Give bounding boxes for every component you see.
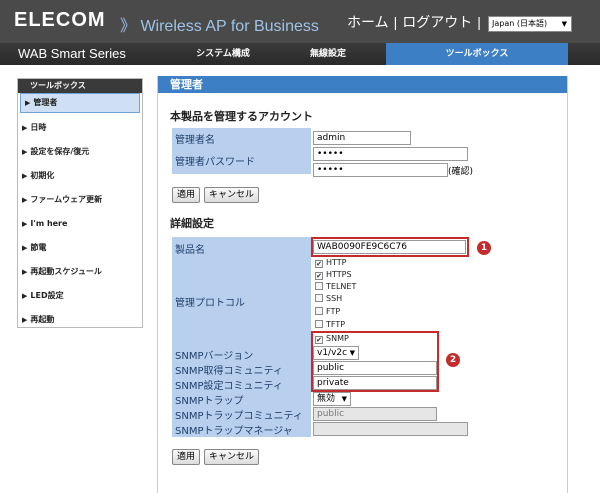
admin-password-input[interactable]: •••••	[313, 147, 468, 161]
snmp-get-community-label: SNMP取得コミュニティ	[175, 366, 283, 377]
snmp-trap-value: 無効	[317, 394, 336, 404]
triangle-right-icon: ▶	[22, 196, 28, 204]
checkbox-box	[315, 294, 323, 302]
sidebar-item-label: I'm here	[30, 219, 68, 228]
checkbox-label: TELNET	[326, 282, 357, 291]
sidebar-item-reboot[interactable]: ▶ 再起動	[18, 309, 142, 333]
sidebar-item-power-saving[interactable]: ▶ 節電	[18, 237, 142, 261]
page-title: 管理者	[158, 76, 567, 93]
protocol-http-checkbox[interactable]: ✔ HTTP	[315, 257, 346, 269]
snmp-trap-select[interactable]: 無効 ▼	[313, 392, 351, 406]
content-panel: 管理者 本製品を管理するアカウント 管理者名 管理者パスワード admin ••…	[157, 76, 568, 493]
link-separator: |	[477, 14, 481, 30]
checkbox-box	[315, 282, 323, 290]
sidebar-title: ツールボックス	[18, 79, 142, 93]
snmp-trap-community-input[interactable]: public	[313, 407, 437, 421]
detail-cancel-button[interactable]: キャンセル	[204, 449, 260, 465]
sidebar: ツールボックス ▶ 管理者 ▶ 日時 ▶ 設定を保存/復元 ▶ 初期化 ▶ ファームウェア…	[17, 78, 143, 328]
sidebar-item-datetime[interactable]: ▶ 日時	[18, 117, 142, 141]
sidebar-item-led[interactable]: ▶ LED設定	[18, 285, 142, 309]
sidebar-item-label: LED設定	[30, 291, 64, 300]
checkbox-box	[315, 320, 323, 328]
sidebar-item-label: ファームウェア更新	[30, 195, 103, 204]
triangle-right-icon: ▶	[22, 316, 28, 324]
triangle-right-icon: ▶	[22, 244, 28, 252]
snmp-trap-manager-label: SNMPトラップマネージャ	[175, 426, 293, 437]
sidebar-item-firmware[interactable]: ▶ ファームウェア更新	[18, 189, 142, 213]
chevron-down-icon: ▼	[341, 395, 347, 403]
sidebar-item-label: 再起動スケジュール	[30, 267, 102, 276]
snmp-version-label: SNMPバージョン	[175, 351, 254, 362]
triangle-right-icon: ▶	[22, 124, 28, 132]
brand-logo: ELECOM	[14, 9, 106, 31]
sidebar-item-label: 節電	[30, 243, 47, 252]
triangle-right-icon: ▶	[22, 220, 28, 228]
snmp-trap-community-label: SNMPトラップコミュニティ	[175, 411, 303, 422]
snmp-set-community-label: SNMP設定コミュニティ	[175, 381, 283, 392]
top-header: ELECOM 》 Wireless AP for Business ホーム | ログ…	[0, 0, 600, 43]
sidebar-item-reboot-schedule[interactable]: ▶ 再起動スケジュール	[18, 261, 142, 285]
language-value: Japan (日本語)	[492, 19, 548, 28]
snmp-trap-label: SNMPトラップ	[175, 396, 244, 407]
protocol-ssh-checkbox[interactable]: SSH	[315, 293, 342, 305]
series-name: WAB Smart Series	[18, 46, 126, 61]
admin-name-input[interactable]: admin	[313, 131, 411, 145]
link-separator: |	[393, 14, 398, 30]
account-apply-button[interactable]: 適用	[172, 187, 201, 203]
sidebar-item-admin[interactable]: ▶ 管理者	[20, 93, 140, 113]
triangle-right-icon: ▶	[25, 99, 31, 107]
home-link[interactable]: ホーム	[347, 14, 389, 30]
sidebar-item-label: 再起動	[30, 315, 55, 324]
checkbox-box: ✔	[315, 272, 323, 280]
language-select[interactable]: Japan (日本語) ▼	[488, 16, 572, 32]
sidebar-item-im-here[interactable]: ▶ I'm here	[18, 213, 142, 237]
checkbox-label: HTTPS	[326, 270, 352, 279]
top-links: ホーム | ログアウト |	[347, 12, 486, 32]
tab-system[interactable]: システム構成	[178, 43, 268, 65]
triangle-right-icon: ▶	[22, 148, 28, 156]
account-section-title: 本製品を管理するアカウント	[170, 110, 313, 123]
callout-badge-2: 2	[446, 353, 460, 367]
sidebar-item-label: 設定を保存/復元	[30, 147, 90, 156]
protocol-telnet-checkbox[interactable]: TELNET	[315, 281, 356, 293]
checkbox-label: TFTP	[326, 320, 346, 329]
checkbox-label: HTTP	[326, 258, 347, 267]
brand-subtitle: 》 Wireless AP for Business	[120, 18, 319, 35]
highlight-box-1	[311, 237, 469, 257]
triangle-right-icon: ▶	[22, 268, 28, 276]
main-nav: WAB Smart Series システム構成 無線設定 ツールボックス	[0, 43, 600, 65]
sidebar-item-label: 管理者	[33, 98, 58, 107]
protocol-tftp-checkbox[interactable]: TFTP	[315, 319, 345, 331]
checkbox-label: FTP	[326, 307, 341, 316]
highlight-box-2	[311, 331, 439, 392]
detail-section-title: 詳細設定	[170, 217, 214, 230]
protocol-https-checkbox[interactable]: ✔ HTTPS	[315, 269, 352, 281]
checkbox-box	[315, 307, 323, 315]
admin-name-label: 管理者名	[175, 135, 215, 146]
checkbox-label: SSH	[326, 294, 343, 303]
triangle-right-icon: ▶	[22, 292, 28, 300]
protocol-ftp-checkbox[interactable]: FTP	[315, 306, 340, 318]
chevron-down-icon: ▼	[561, 20, 567, 28]
confirm-note: (確認)	[448, 167, 474, 177]
admin-password-confirm-input[interactable]: •••••	[313, 163, 448, 177]
checkbox-box: ✔	[315, 260, 323, 268]
tab-wireless[interactable]: 無線設定	[283, 43, 373, 65]
triangle-right-icon: ▶	[22, 172, 28, 180]
sidebar-item-reset[interactable]: ▶ 初期化	[18, 165, 142, 189]
admin-password-label: 管理者パスワード	[175, 157, 255, 168]
management-protocol-label: 管理プロトコル	[175, 298, 245, 309]
logout-link[interactable]: ログアウト	[402, 14, 472, 30]
sidebar-item-label: 初期化	[30, 171, 55, 180]
sidebar-item-label: 日時	[30, 123, 47, 132]
account-cancel-button[interactable]: キャンセル	[204, 187, 260, 203]
callout-badge-1: 1	[477, 241, 491, 255]
detail-apply-button[interactable]: 適用	[172, 449, 201, 465]
sidebar-item-backup[interactable]: ▶ 設定を保存/復元	[18, 141, 142, 165]
snmp-trap-manager-input[interactable]	[313, 422, 468, 436]
product-name-label: 製品名	[175, 245, 205, 256]
tab-toolbox[interactable]: ツールボックス	[386, 43, 568, 65]
